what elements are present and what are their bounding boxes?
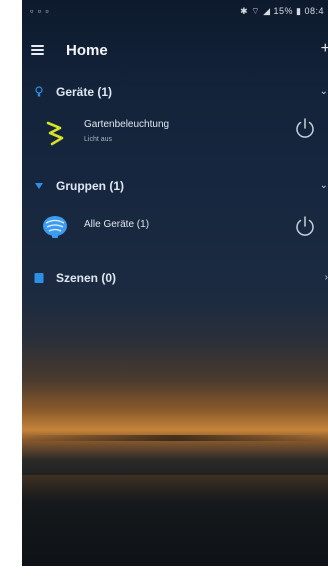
garden-light-icon	[46, 121, 64, 146]
add-icon[interactable]: +	[321, 40, 328, 58]
lightbulb-icon	[35, 86, 43, 97]
app-screen: ▫ ▫ ▫ ✱ ⌔ ◢ 15% ▮ 08:4 Home + Geräte (1)…	[22, 0, 328, 566]
page-title: Home	[66, 42, 108, 59]
hamburger-menu-icon[interactable]	[31, 45, 44, 55]
section-groups-label: Gruppen (1)	[56, 179, 124, 193]
lake-horizon	[22, 435, 328, 441]
group-row[interactable]: Alle Geräte (1)	[22, 206, 328, 246]
device-name: Gartenbeleuchtung	[84, 119, 170, 130]
chevron-right-icon[interactable]: ›	[325, 272, 328, 283]
group-name: Alle Geräte (1)	[84, 219, 150, 230]
chevron-down-icon[interactable]: ⌄	[320, 86, 328, 97]
status-bar: ▫ ▫ ▫ ✱ ⌔ ◢ 15% ▮ 08:4	[22, 0, 328, 24]
power-icon[interactable]	[292, 116, 318, 142]
status-icons-left: ▫ ▫ ▫	[30, 6, 50, 16]
chevron-down-icon[interactable]: ⌄	[320, 180, 328, 191]
device-status: Licht aus	[84, 136, 113, 143]
section-groups[interactable]: Gruppen (1) ⌄	[22, 174, 328, 200]
status-icons-right: ✱ ⌔ ◢ 15% ▮ 08:4	[240, 6, 324, 16]
section-devices[interactable]: Geräte (1) ⌄	[22, 80, 328, 106]
device-row[interactable]: Gartenbeleuchtung Licht aus	[22, 112, 328, 152]
section-scenes-label: Szenen (0)	[56, 271, 117, 285]
power-icon[interactable]	[292, 214, 318, 240]
lake-reflection	[22, 475, 328, 503]
app-header: Home +	[22, 36, 328, 66]
scene-icon	[34, 273, 44, 283]
lights-group-icon	[43, 216, 67, 238]
section-devices-label: Geräte (1)	[56, 85, 113, 99]
filter-icon	[35, 183, 43, 189]
section-scenes[interactable]: Szenen (0) ›	[22, 266, 328, 292]
